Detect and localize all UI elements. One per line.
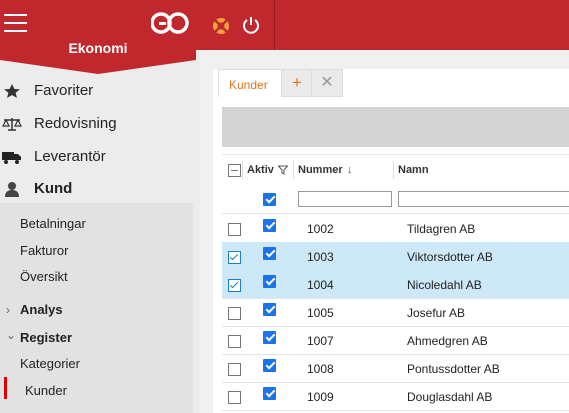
add-tab-button[interactable]: + — [281, 69, 313, 97]
table-row[interactable]: 1003 Viktorsdotter AB — [222, 242, 569, 271]
table-row[interactable]: 1004 Nicoledahl AB — [222, 270, 569, 299]
row-select-checkbox[interactable] — [228, 251, 241, 264]
chevron-down-icon: ⌄ — [6, 328, 17, 342]
star-icon — [4, 84, 20, 98]
row-number: 1008 — [307, 362, 334, 376]
user-icon — [5, 182, 19, 197]
filter-icon[interactable] — [278, 165, 288, 175]
close-tab-button[interactable]: ✕ — [311, 69, 343, 97]
table-row[interactable]: 1002 Tildagren AB — [222, 214, 569, 243]
submenu-item-kategorier[interactable]: Kategorier — [20, 356, 80, 371]
grid-toolbar — [222, 107, 569, 147]
sidebar-item-favoriter[interactable]: Favoriter — [0, 77, 196, 107]
row-name: Josefur AB — [407, 306, 466, 320]
tab-kunder[interactable]: Kunder — [218, 69, 284, 97]
row-select-checkbox[interactable] — [228, 363, 241, 376]
row-number: 1005 — [307, 306, 334, 320]
active-indicator — [4, 377, 7, 399]
filter-namn-input[interactable] — [398, 191, 569, 207]
row-name: Nicoledahl AB — [407, 278, 482, 292]
sidebar-item-label: Favoriter — [34, 82, 94, 99]
sidebar-item-label: Kund — [34, 180, 73, 197]
row-active-checkbox[interactable] — [263, 219, 276, 232]
row-select-checkbox[interactable] — [228, 279, 241, 292]
row-number: 1002 — [307, 222, 334, 236]
submenu-item-oversikt[interactable]: Översikt — [20, 269, 68, 284]
row-name: Pontussdotter AB — [407, 362, 500, 376]
table-row[interactable]: 1005 Josefur AB — [222, 298, 569, 327]
row-number: 1003 — [307, 250, 334, 264]
scales-icon — [2, 118, 22, 131]
truck-icon — [2, 152, 21, 164]
select-all-checkbox[interactable] — [228, 164, 241, 177]
row-select-checkbox[interactable] — [228, 335, 241, 348]
row-active-checkbox[interactable] — [263, 331, 276, 344]
row-name: Douglasdahl AB — [407, 390, 493, 404]
sidebar-item-label: Leverantör — [34, 148, 106, 165]
hamburger-menu-icon[interactable] — [4, 14, 27, 34]
grid-header: Aktiv Nummer ↓ Namn — [222, 154, 569, 186]
table-row[interactable]: 1008 Pontussdotter AB — [222, 354, 569, 383]
help-lifesaver-icon[interactable] — [212, 17, 230, 35]
row-name: Ahmedgren AB — [407, 334, 488, 348]
row-select-checkbox[interactable] — [228, 307, 241, 320]
submenu-item-betalningar[interactable]: Betalningar — [20, 216, 86, 231]
topbar-divider — [274, 0, 275, 50]
column-header-nummer[interactable]: Nummer — [298, 164, 343, 176]
submenu-item-fakturor[interactable]: Fakturor — [20, 243, 68, 258]
submenu-item-kunder[interactable]: Kunder — [25, 383, 67, 398]
table-row[interactable]: 1009 Douglasdahl AB — [222, 382, 569, 411]
sort-desc-icon[interactable]: ↓ — [347, 164, 353, 176]
row-name: Viktorsdotter AB — [407, 250, 493, 264]
sidebar-item-redovisning[interactable]: Redovisning — [0, 110, 196, 140]
row-select-checkbox[interactable] — [228, 391, 241, 404]
row-active-checkbox[interactable] — [263, 275, 276, 288]
row-number: 1009 — [307, 390, 334, 404]
row-select-checkbox[interactable] — [228, 223, 241, 236]
row-active-checkbox[interactable] — [263, 303, 276, 316]
sidebar-item-kund[interactable]: Kund — [0, 175, 196, 205]
sidebar: Ekonomi Favoriter Redovisning Leverantör… — [0, 0, 200, 413]
filter-nummer-input[interactable] — [298, 191, 392, 207]
table-row[interactable]: 1007 Ahmedgren AB — [222, 326, 569, 355]
sidebar-item-label: Redovisning — [34, 115, 117, 132]
content-panel: Kunder + ✕ Aktiv Nummer ↓ Namn 1002 Tild… — [213, 69, 569, 413]
row-active-checkbox[interactable] — [263, 359, 276, 372]
go-logo[interactable] — [151, 9, 189, 37]
sidebar-item-leverantor[interactable]: Leverantör — [0, 143, 196, 173]
column-header-namn[interactable]: Namn — [398, 164, 429, 176]
filter-row — [222, 185, 569, 214]
main-area: Kunder + ✕ Aktiv Nummer ↓ Namn 1002 Tild… — [200, 50, 569, 413]
filter-aktiv-checkbox[interactable] — [263, 193, 276, 206]
column-header-aktiv[interactable]: Aktiv — [247, 164, 274, 176]
row-active-checkbox[interactable] — [263, 247, 276, 260]
row-number: 1004 — [307, 278, 334, 292]
row-number: 1007 — [307, 334, 334, 348]
row-active-checkbox[interactable] — [263, 387, 276, 400]
chevron-right-icon: › — [6, 303, 10, 317]
power-icon[interactable] — [242, 15, 260, 35]
row-name: Tildagren AB — [407, 222, 476, 236]
